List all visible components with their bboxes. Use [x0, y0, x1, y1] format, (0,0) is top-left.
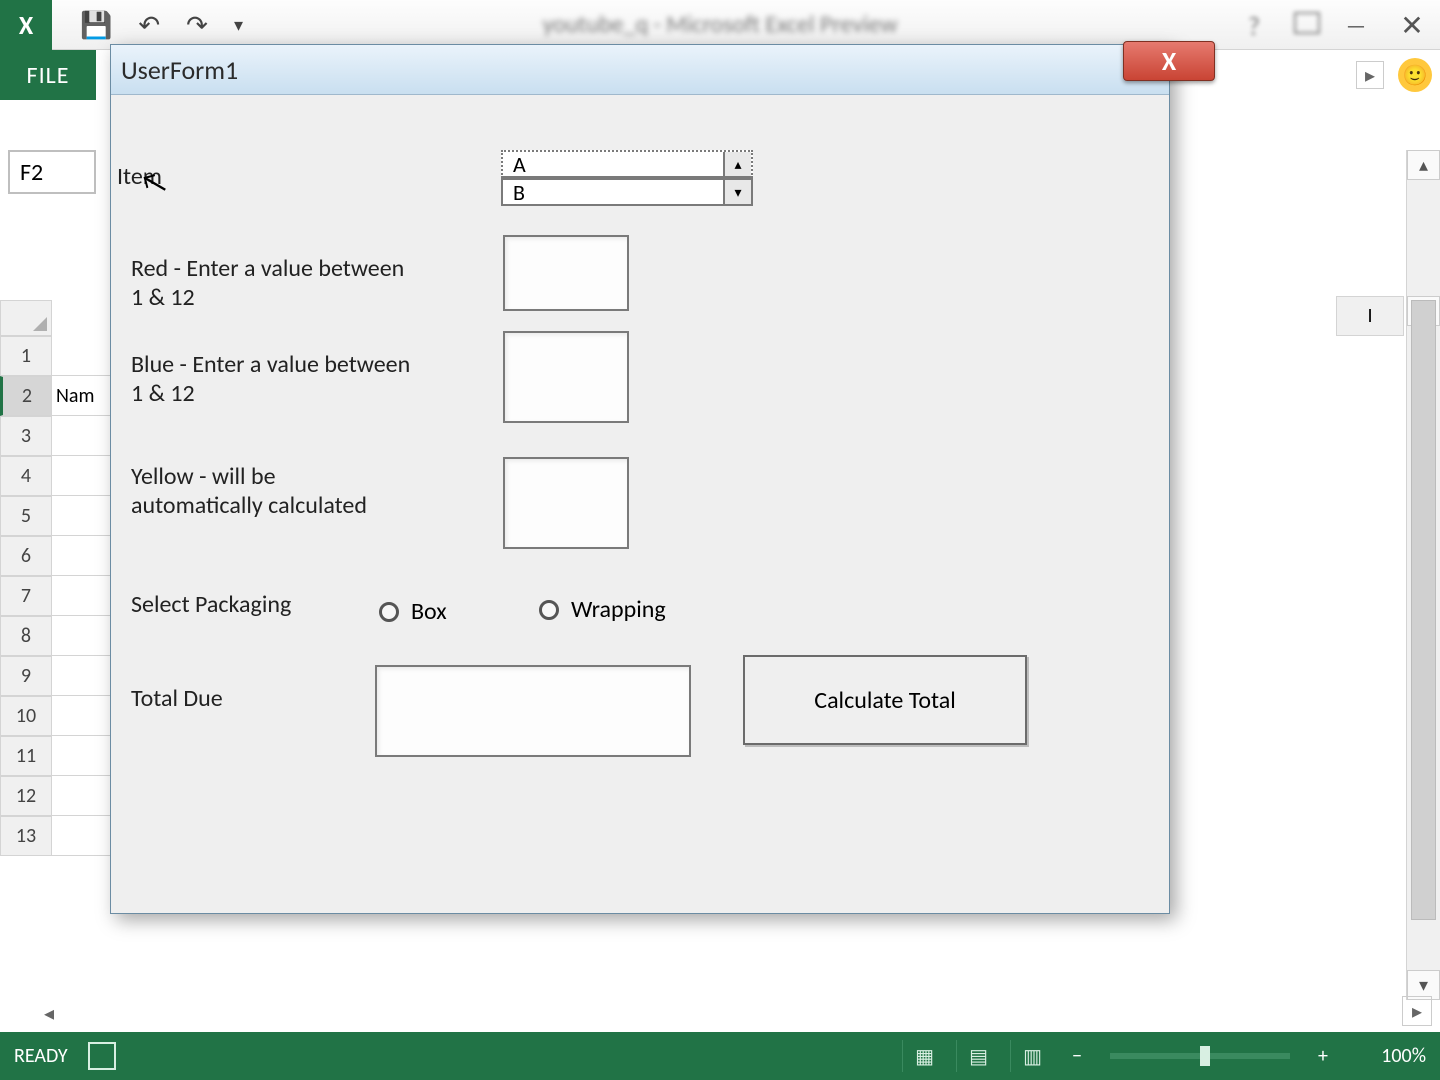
- feedback-smiley-icon[interactable]: 🙂: [1398, 58, 1432, 92]
- item-combobox[interactable]: A ▴ B ▾: [501, 150, 753, 206]
- dialog-title: UserForm1: [111, 45, 1169, 95]
- cell[interactable]: [52, 736, 112, 776]
- blue-label: Blue - Enter a value between 1 & 12: [131, 351, 411, 409]
- red-label: Red - Enter a value between 1 & 12: [131, 255, 411, 313]
- page-break-view-icon[interactable]: ▥: [1010, 1040, 1054, 1072]
- total-due-label: Total Due: [131, 685, 223, 714]
- calculate-total-button[interactable]: Calculate Total: [743, 655, 1027, 745]
- save-icon[interactable]: 💾: [80, 9, 112, 41]
- total-due-output: [375, 665, 691, 757]
- radio-wrapping[interactable]: Wrapping: [539, 595, 666, 624]
- red-input[interactable]: [503, 235, 629, 311]
- cell[interactable]: [52, 336, 112, 376]
- status-bar: READY ▦ ▤ ▥ − + 100%: [0, 1032, 1440, 1080]
- yellow-label: Yellow - will be automatically calculate…: [131, 463, 411, 521]
- cell[interactable]: [52, 816, 112, 856]
- yellow-output: [503, 457, 629, 549]
- row-header[interactable]: 1: [0, 336, 52, 376]
- row-header[interactable]: 8: [0, 616, 52, 656]
- row-header[interactable]: 4: [0, 456, 52, 496]
- row-header[interactable]: 9: [0, 656, 52, 696]
- dialog-close-button[interactable]: X: [1123, 41, 1215, 81]
- blue-input[interactable]: [503, 331, 629, 423]
- packaging-label: Select Packaging: [131, 591, 291, 620]
- row-header[interactable]: 11: [0, 736, 52, 776]
- radio-label: Wrapping: [571, 595, 666, 624]
- status-ready: READY: [14, 1044, 68, 1068]
- select-all-corner[interactable]: [0, 300, 52, 336]
- scrollbar-thumb[interactable]: [1411, 300, 1436, 920]
- cell[interactable]: [52, 536, 112, 576]
- row-header[interactable]: 12: [0, 776, 52, 816]
- radio-icon: [379, 602, 399, 622]
- combo-value: B: [513, 179, 525, 206]
- cell[interactable]: [52, 576, 112, 616]
- cell[interactable]: [52, 616, 112, 656]
- row-header[interactable]: 10: [0, 696, 52, 736]
- ribbon-display-icon[interactable]: [1294, 12, 1320, 34]
- scroll-up-icon[interactable]: ▴: [1407, 150, 1440, 180]
- sheet-tab-scroll-left-icon[interactable]: ◂: [44, 1001, 54, 1026]
- cell[interactable]: [52, 496, 112, 536]
- window-controls: — ✕: [1328, 0, 1440, 50]
- spin-up-icon[interactable]: ▴: [723, 152, 751, 176]
- item-label: Item: [117, 163, 162, 192]
- cell[interactable]: Nam: [52, 376, 112, 416]
- userform-dialog: UserForm1 X Item ↖ A ▴ B ▾ Red - Enter a…: [110, 44, 1170, 914]
- ribbon-collapse-icon[interactable]: ▸: [1356, 61, 1384, 89]
- excel-icon: X: [0, 0, 52, 50]
- combo-value: A: [513, 151, 526, 178]
- window-title: youtube_q - Microsoft Excel Preview: [542, 10, 897, 39]
- radio-label: Box: [411, 597, 447, 626]
- undo-icon[interactable]: ↶: [138, 9, 160, 41]
- radio-box[interactable]: Box: [379, 597, 447, 626]
- normal-view-icon[interactable]: ▦: [902, 1040, 946, 1072]
- file-tab[interactable]: FILE: [0, 50, 96, 100]
- macro-record-icon[interactable]: [88, 1042, 116, 1070]
- quick-access-toolbar: 💾 ↶ ↷ ▾: [80, 9, 243, 41]
- row-header[interactable]: 6: [0, 536, 52, 576]
- minimize-button[interactable]: —: [1328, 0, 1384, 50]
- row-header[interactable]: 3: [0, 416, 52, 456]
- row-header[interactable]: 13: [0, 816, 52, 856]
- zoom-out-icon[interactable]: −: [1064, 1044, 1090, 1068]
- row-header[interactable]: 2: [0, 376, 52, 416]
- worksheet-grid: 1 2 3 4 5 6 7 8 9 10 11 12 13 Nam: [0, 300, 112, 1032]
- cell[interactable]: [52, 696, 112, 736]
- combo-option-b[interactable]: B ▾: [501, 178, 753, 206]
- cell[interactable]: [52, 656, 112, 696]
- cell[interactable]: [52, 776, 112, 816]
- combo-option-a[interactable]: A ▴: [501, 150, 753, 178]
- name-box[interactable]: F2: [8, 150, 96, 194]
- row-header[interactable]: 5: [0, 496, 52, 536]
- column-header-i[interactable]: I: [1336, 296, 1404, 336]
- zoom-value[interactable]: 100%: [1346, 1044, 1426, 1068]
- sheet-tab-scroll-right-icon[interactable]: ▸: [1402, 996, 1432, 1026]
- app-titlebar: X 💾 ↶ ↷ ▾ youtube_q - Microsoft Excel Pr…: [0, 0, 1440, 50]
- cell[interactable]: [52, 456, 112, 496]
- zoom-slider[interactable]: [1110, 1053, 1290, 1059]
- page-layout-view-icon[interactable]: ▤: [956, 1040, 1000, 1072]
- vertical-scrollbar[interactable]: ▴ ▴ ▾: [1406, 150, 1440, 1000]
- radio-icon: [539, 600, 559, 620]
- zoom-in-icon[interactable]: +: [1310, 1044, 1336, 1068]
- cell[interactable]: [52, 416, 112, 456]
- row-header[interactable]: 7: [0, 576, 52, 616]
- zoom-slider-handle[interactable]: [1200, 1046, 1210, 1066]
- dropdown-icon[interactable]: ▾: [723, 180, 751, 204]
- help-icon[interactable]: ?: [1248, 10, 1260, 42]
- customize-qat-icon[interactable]: ▾: [234, 14, 243, 36]
- redo-icon[interactable]: ↷: [186, 9, 208, 41]
- close-window-button[interactable]: ✕: [1384, 0, 1440, 50]
